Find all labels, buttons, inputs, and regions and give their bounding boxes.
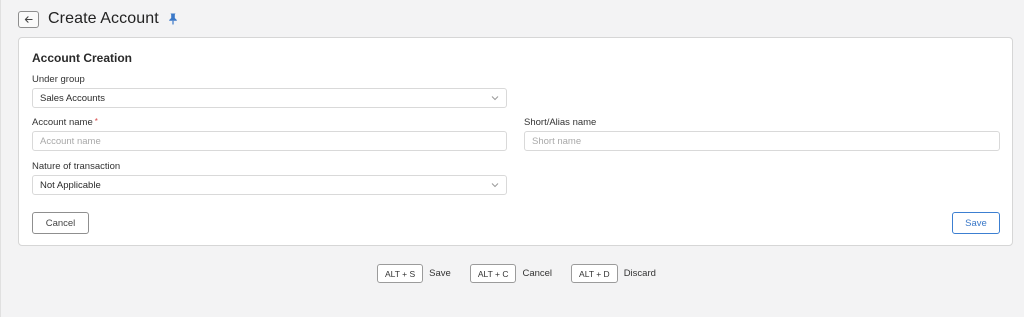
pin-icon[interactable] [168,13,178,25]
short-name-field[interactable] [524,131,1000,151]
nature-of-transaction-label: Nature of transaction [32,161,121,172]
shortcut-key: ALT + S [377,264,424,283]
under-group-value: Sales Accounts [40,92,105,104]
window-edge [0,0,1,317]
short-name-input[interactable] [532,135,999,147]
account-name-input[interactable] [40,135,506,147]
under-group-label: Under group [32,74,85,85]
shortcut-save[interactable]: ALT + S Save [377,264,451,283]
chevron-down-icon [491,95,499,101]
required-mark: * [94,117,98,126]
nature-of-transaction-value: Not Applicable [40,179,101,191]
nature-of-transaction-select[interactable]: Not Applicable [32,175,507,195]
page-title: Create Account [48,10,159,27]
account-creation-card: Account Creation Under group Sales Accou… [18,37,1013,246]
account-name-label-text: Account name [32,117,93,128]
account-name-label: Account name * [32,117,98,128]
account-name-field[interactable] [32,131,507,151]
shortcut-label: Save [429,268,451,279]
save-button[interactable]: Save [952,212,1000,234]
shortcut-label: Discard [623,268,656,279]
shortcut-discard[interactable]: ALT + D Discard [571,264,656,283]
shortcut-key: ALT + D [571,264,618,283]
section-title: Account Creation [32,51,133,65]
under-group-select[interactable]: Sales Accounts [32,88,507,108]
arrow-left-icon [24,15,33,23]
chevron-down-icon [491,182,499,188]
back-button[interactable] [18,10,39,28]
cancel-button[interactable]: Cancel [32,212,89,234]
shortcut-cancel[interactable]: ALT + C Cancel [469,264,553,283]
short-name-label: Short/Alias name [524,117,597,128]
shortcut-key: ALT + C [469,264,517,283]
keyboard-shortcuts: ALT + S Save ALT + C Cancel ALT + D Disc… [377,264,675,283]
page-header: Create Account [18,9,178,29]
shortcut-label: Cancel [522,268,553,279]
